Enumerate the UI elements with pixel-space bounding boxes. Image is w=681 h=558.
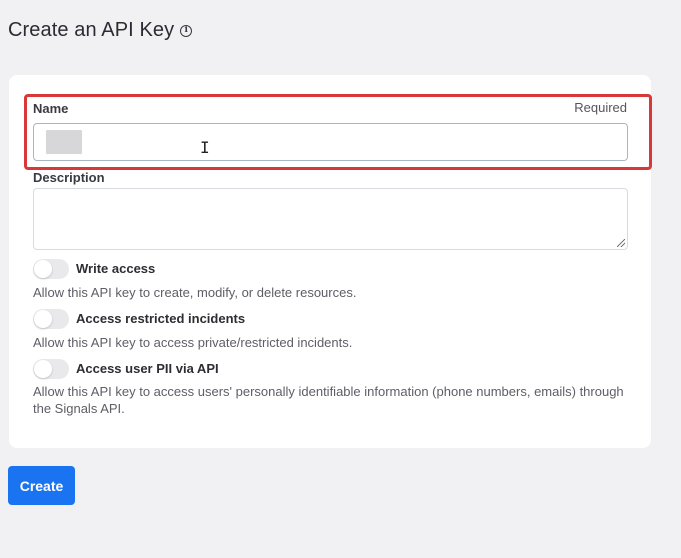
write-access-toggle[interactable] xyxy=(33,259,69,279)
highlight-box xyxy=(24,94,652,170)
user-pii-label: Access user PII via API xyxy=(76,361,219,376)
restricted-incidents-label: Access restricted incidents xyxy=(76,311,246,326)
page-header: Create an API Key i xyxy=(8,19,193,42)
resize-grip-icon[interactable] xyxy=(617,239,625,247)
user-pii-toggle[interactable] xyxy=(33,359,69,379)
info-circle-icon[interactable]: i xyxy=(180,24,193,37)
page-title: Create an API Key xyxy=(8,19,175,41)
toggle-knob xyxy=(34,360,52,378)
description-textarea[interactable] xyxy=(33,188,628,250)
toggle-knob xyxy=(34,260,52,278)
description-label: Description xyxy=(33,170,105,185)
toggle-knob xyxy=(34,310,52,328)
write-access-help: Allow this API key to create, modify, or… xyxy=(33,285,357,300)
create-button[interactable]: Create xyxy=(8,466,75,505)
write-access-label: Write access xyxy=(76,261,156,276)
user-pii-help: Allow this API key to access users' pers… xyxy=(33,384,624,416)
restricted-incidents-help: Allow this API key to access private/res… xyxy=(33,335,353,350)
restricted-incidents-toggle[interactable] xyxy=(33,309,69,329)
